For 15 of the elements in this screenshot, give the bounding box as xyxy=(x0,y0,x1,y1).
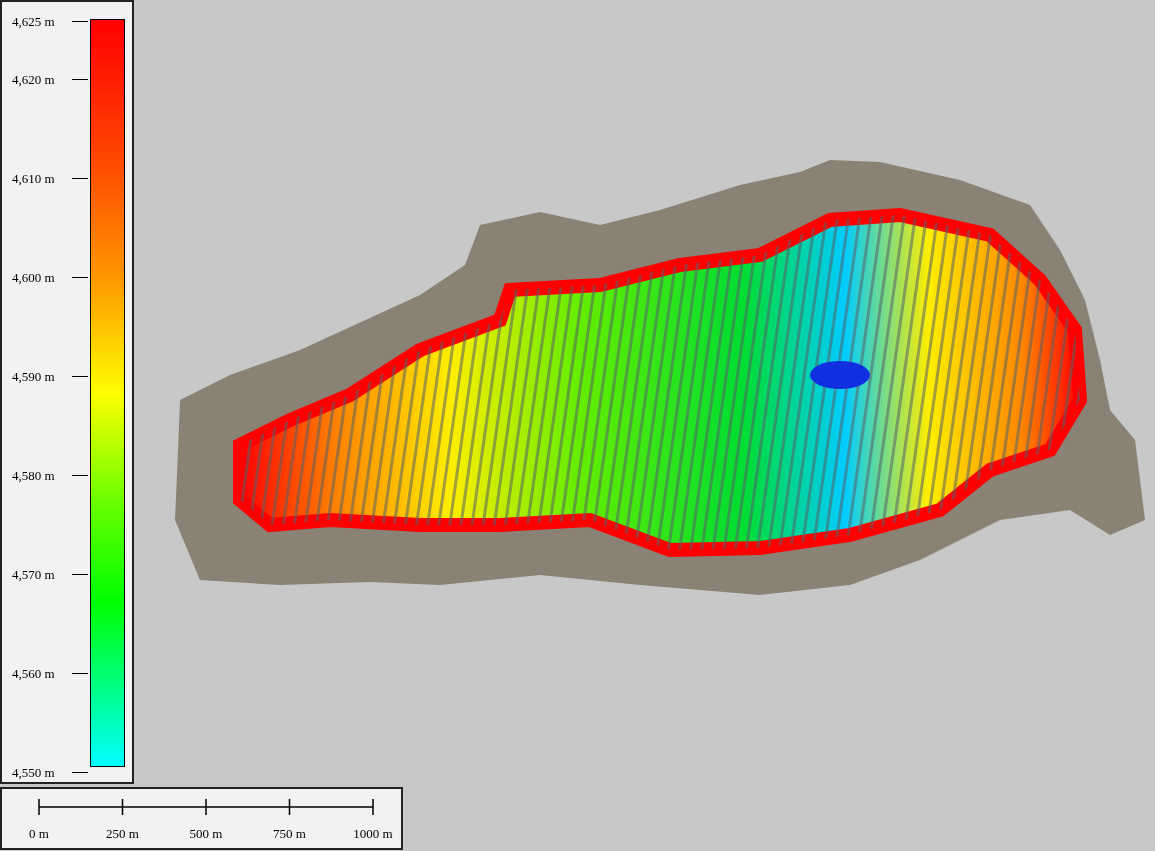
legend-label: 4,590 m xyxy=(11,369,56,383)
scale-label: 500 m xyxy=(189,827,223,840)
scale-label: 750 m xyxy=(273,827,306,840)
legend-label: 4,600 m xyxy=(11,270,56,284)
legend-label: 4,580 m xyxy=(11,468,56,482)
scale-bar-icon xyxy=(37,797,377,817)
legend-label: 4,610 m xyxy=(11,171,56,185)
scale-label: 1000 m xyxy=(353,827,393,840)
legend-label: 4,550 m xyxy=(11,765,56,779)
legend-label: 4,560 m xyxy=(11,666,56,680)
legend-label: 4,570 m xyxy=(11,567,56,581)
scale-label: 0 m xyxy=(29,827,49,840)
scale-label: 250 m xyxy=(106,827,139,840)
legend-label: 4,625 m xyxy=(11,14,56,28)
legend-label: 4,620 m xyxy=(11,72,56,86)
